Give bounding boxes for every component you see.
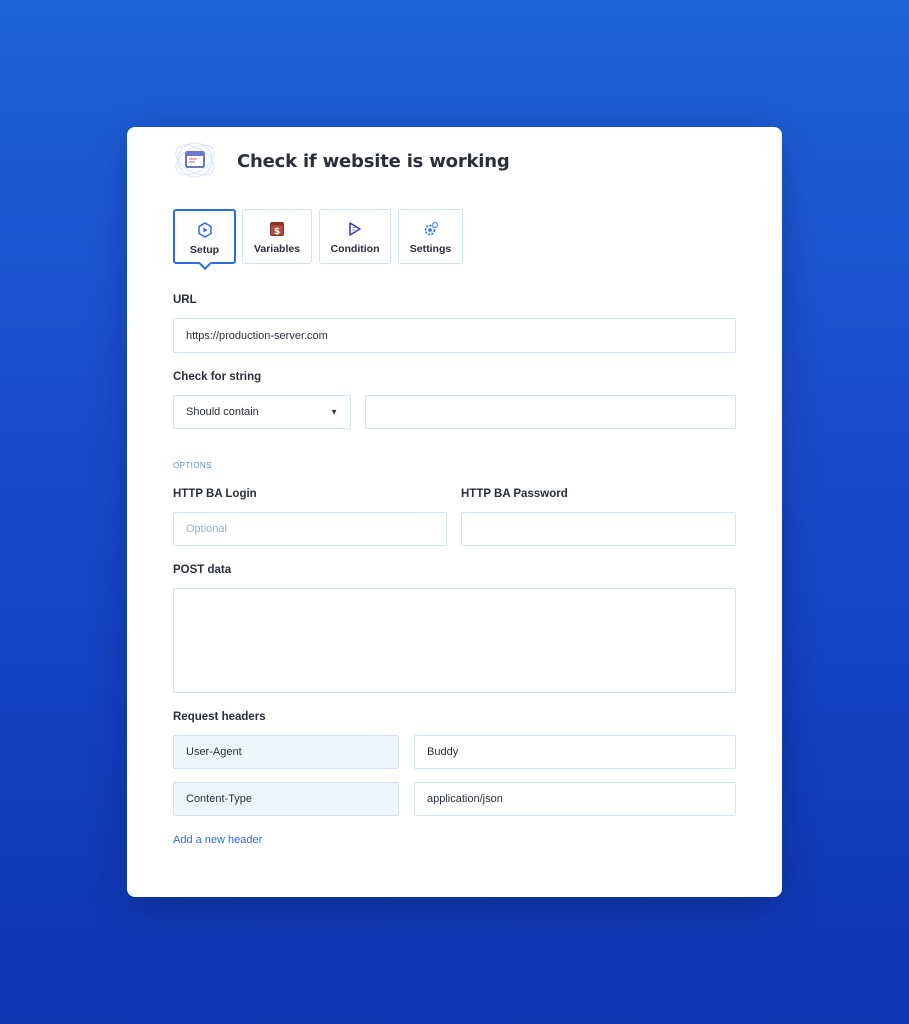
header-name-value: User-Agent: [186, 746, 242, 758]
action-card: Check if website is working Setup $ Vari…: [127, 127, 782, 897]
post-data-textarea[interactable]: [173, 588, 736, 693]
gear-icon: [424, 221, 438, 236]
caret-down-icon: ▼: [330, 407, 338, 417]
http-ba-login-label: HTTP BA Login: [173, 488, 257, 500]
url-input[interactable]: https://production-server.com: [173, 318, 736, 353]
page-title: Check if website is working: [237, 151, 510, 172]
header-value-value: application/json: [427, 793, 503, 805]
tab-setup[interactable]: Setup: [173, 209, 236, 264]
tab-variables-label: Variables: [253, 243, 301, 255]
browser-window-icon: [172, 137, 218, 183]
header-value-input[interactable]: Buddy: [414, 735, 736, 769]
header-value-value: Buddy: [427, 746, 459, 758]
tab-variables[interactable]: $ Variables: [242, 209, 312, 264]
url-value: https://production-server.com: [186, 329, 328, 342]
url-label: URL: [173, 294, 197, 306]
svg-text:$: $: [274, 227, 280, 237]
add-header-link[interactable]: Add a new header: [173, 834, 262, 846]
check-mode-select[interactable]: Should contain ▼: [173, 395, 351, 429]
tab-setup-label: Setup: [189, 244, 220, 256]
tab-settings[interactable]: Settings: [398, 209, 463, 264]
header-name-value: Content-Type: [186, 793, 253, 805]
check-string-label: Check for string: [173, 371, 262, 383]
check-string-input[interactable]: [365, 395, 736, 429]
header-value-input[interactable]: application/json: [414, 782, 736, 816]
tab-condition[interactable]: Condition: [319, 209, 391, 264]
tab-settings-label: Settings: [409, 243, 452, 255]
play-circle-icon: [197, 222, 212, 238]
request-headers-label: Request headers: [173, 711, 266, 723]
tab-condition-label: Condition: [330, 243, 380, 255]
http-ba-login-input[interactable]: Optional: [173, 512, 447, 546]
options-section-label: OPTIONS: [173, 461, 212, 470]
dollar-box-icon: $: [270, 222, 284, 237]
header-name-input[interactable]: Content-Type: [173, 782, 399, 816]
header-name-input[interactable]: User-Agent: [173, 735, 399, 769]
http-ba-password-input[interactable]: [461, 512, 736, 546]
http-ba-login-placeholder: Optional: [186, 523, 227, 535]
condition-play-icon: [349, 222, 361, 236]
check-mode-value: Should contain: [186, 406, 259, 418]
http-ba-password-label: HTTP BA Password: [461, 488, 568, 500]
post-data-label: POST data: [173, 564, 232, 576]
